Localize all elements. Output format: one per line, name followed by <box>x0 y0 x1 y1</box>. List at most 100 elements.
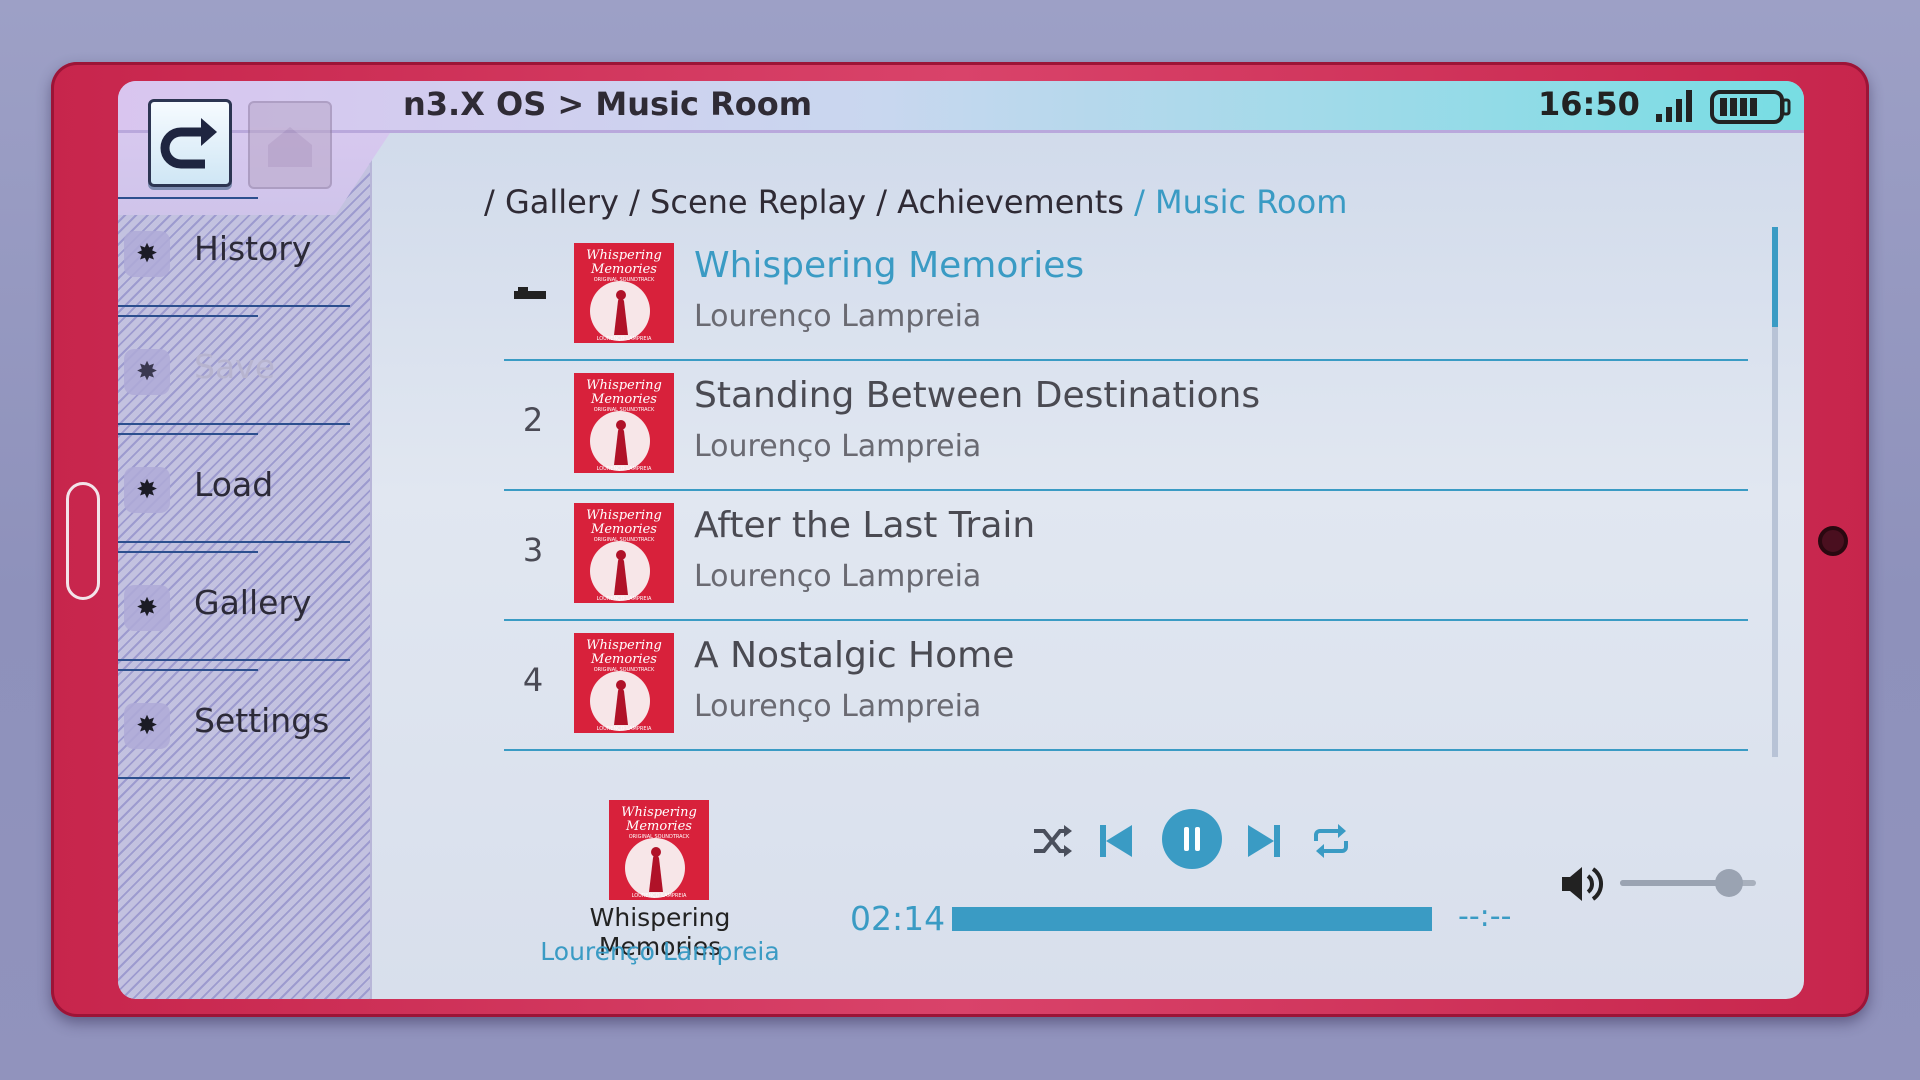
track-artist: Lourenço Lampreia <box>694 429 982 464</box>
album-art-title-line2: Memories <box>625 819 692 834</box>
album-art: WhisperingMemoriesORIGINAL SOUNDTRACK LOU… <box>574 633 674 733</box>
scrollbar[interactable] <box>1772 227 1778 757</box>
now-playing-artist: Lourenço Lampreia <box>540 937 780 966</box>
album-art-title-line1: Whispering <box>586 638 662 653</box>
screen: n3.X OS > Music Room 16:50 ✸ History ✸ S… <box>118 81 1804 999</box>
star-icon: ✸ <box>124 349 170 395</box>
track-list: Whispering Memories ORIGINAL SOUNDTRACK LOU… <box>504 231 1748 751</box>
album-art: WhisperingMemoriesORIGINAL SOUNDTRACK LOU… <box>574 503 674 603</box>
star-icon: ✸ <box>124 231 170 277</box>
track-number: 2 <box>522 401 544 439</box>
top-bar: n3.X OS > Music Room 16:50 <box>118 81 1804 133</box>
album-art-figure-head <box>616 680 626 690</box>
shuffle-icon[interactable] <box>1030 819 1074 863</box>
album-art-title-line1: Whispering <box>586 378 662 393</box>
device-camera <box>1818 526 1848 556</box>
progress-bar[interactable] <box>952 907 1432 931</box>
star-icon: ✸ <box>124 467 170 513</box>
album-art-title-line1: Whispering <box>586 508 662 523</box>
sidebar-item-history[interactable]: ✸ History <box>118 189 350 307</box>
now-playing-album-art: WhisperingMemoriesORIGINAL SOUNDTRACK LOU… <box>609 800 709 900</box>
album-art-subtitle: ORIGINAL SOUNDTRACK <box>594 277 655 283</box>
star-icon: ✸ <box>124 585 170 631</box>
album-art-credit: LOURENÇO LAMPREIA <box>597 336 652 342</box>
progress-fill <box>952 907 1432 931</box>
sidebar-item-label: Save <box>194 347 276 386</box>
pause-button[interactable] <box>1162 809 1222 869</box>
breadcrumb-scene-replay[interactable]: / Scene Replay <box>629 183 866 221</box>
sidebar-item-label: Settings <box>194 701 330 740</box>
album-art-title-line2: Memories <box>590 652 657 667</box>
album-art-figure-head <box>651 847 661 857</box>
divider <box>118 197 258 199</box>
home-button[interactable] <box>248 101 332 189</box>
now-playing-indicator <box>514 287 546 299</box>
album-art-title-line1: Whispering <box>621 805 697 820</box>
sidebar-item-save: ✸ Save <box>118 307 350 425</box>
album-art: WhisperingMemoriesORIGINAL SOUNDTRACK LOU… <box>574 243 674 343</box>
window-title: n3.X OS > Music Room <box>403 85 813 123</box>
album-art-subtitle: ORIGINAL SOUNDTRACK <box>629 834 690 840</box>
track-artist: Lourenço Lampreia <box>694 689 982 724</box>
breadcrumb-achievements[interactable]: / Achievements <box>876 183 1124 221</box>
scrollbar-thumb[interactable] <box>1772 227 1778 327</box>
album-art-subtitle: ORIGINAL SOUNDTRACK <box>594 667 655 673</box>
sidebar-item-label: History <box>194 229 312 268</box>
time-total: --:-- <box>1458 899 1512 934</box>
sidebar-item-settings[interactable]: ✸ Settings <box>118 661 350 779</box>
track-row[interactable]: Whispering Memories ORIGINAL SOUNDTRACK LOU… <box>504 231 1748 361</box>
album-art: WhisperingMemoriesORIGINAL SOUNDTRACK LOU… <box>574 373 674 473</box>
track-artist: Lourenço Lampreia <box>694 299 982 334</box>
track-title: Standing Between Destinations <box>694 375 1261 416</box>
album-art-credit: LOURENÇO LAMPREIA <box>632 893 687 899</box>
track-title: After the Last Train <box>694 505 1036 546</box>
breadcrumb: / Gallery / Scene Replay / Achievements … <box>484 183 1347 221</box>
album-art-figure-head <box>616 420 626 430</box>
breadcrumb-gallery[interactable]: / Gallery <box>484 183 619 221</box>
back-button[interactable] <box>148 99 232 187</box>
skip-next-icon[interactable] <box>1246 819 1282 863</box>
track-artist: Lourenço Lampreia <box>694 559 982 594</box>
sidebar-item-load[interactable]: ✸ Load <box>118 425 350 543</box>
track-number: 4 <box>522 661 544 699</box>
volume-fill <box>1620 880 1729 886</box>
track-number: 3 <box>522 531 544 569</box>
repeat-icon[interactable] <box>1308 819 1354 863</box>
album-art-subtitle: ORIGINAL SOUNDTRACK <box>594 407 655 413</box>
divider <box>118 669 258 671</box>
album-art-title-line2: Memories <box>590 262 657 277</box>
album-art-figure-head <box>616 550 626 560</box>
battery-icon <box>1710 90 1791 124</box>
album-art-credit: LOURENÇO LAMPREIA <box>597 726 652 732</box>
divider <box>118 777 350 779</box>
album-art-credit: LOURENÇO LAMPREIA <box>597 466 652 472</box>
star-icon: ✸ <box>124 703 170 749</box>
album-art-title-line2: Memories <box>590 522 657 537</box>
track-row[interactable]: 4 Whispering Memories ORIGINAL SOUNDTRACK L… <box>504 621 1748 751</box>
album-art-subtitle: ORIGINAL SOUNDTRACK <box>594 537 655 543</box>
volume-slider-knob[interactable] <box>1714 869 1743 897</box>
album-art-figure-head <box>616 290 626 300</box>
sidebar-item-label: Load <box>194 465 274 504</box>
sidebar: ✸ History ✸ Save ✸ Load ✸ Gallery ✸ Sett… <box>118 99 390 999</box>
track-title: A Nostalgic Home <box>694 635 1015 676</box>
divider <box>118 551 258 553</box>
divider <box>118 315 258 317</box>
clock: 16:50 <box>1538 85 1640 123</box>
divider <box>118 433 258 435</box>
home-icon <box>268 127 312 167</box>
album-art-title-line1: Whispering <box>586 248 662 263</box>
back-arrow-icon <box>160 118 217 169</box>
album-art-title-line2: Memories <box>590 392 657 407</box>
breadcrumb-current: / Music Room <box>1134 183 1348 221</box>
volume-icon[interactable] <box>1558 861 1606 907</box>
track-row[interactable]: 2 Whispering Memories ORIGINAL SOUNDTRACK L… <box>504 361 1748 491</box>
device-side-button <box>66 482 100 600</box>
signal-icon <box>1656 90 1692 122</box>
track-title: Whispering Memories <box>694 245 1085 286</box>
track-row[interactable]: 3 Whispering Memories ORIGINAL SOUNDTRACK L… <box>504 491 1748 621</box>
time-elapsed: 02:14 <box>850 899 946 938</box>
sidebar-item-gallery[interactable]: ✸ Gallery <box>118 543 350 661</box>
sidebar-item-label: Gallery <box>194 583 312 622</box>
skip-previous-icon[interactable] <box>1098 819 1134 863</box>
